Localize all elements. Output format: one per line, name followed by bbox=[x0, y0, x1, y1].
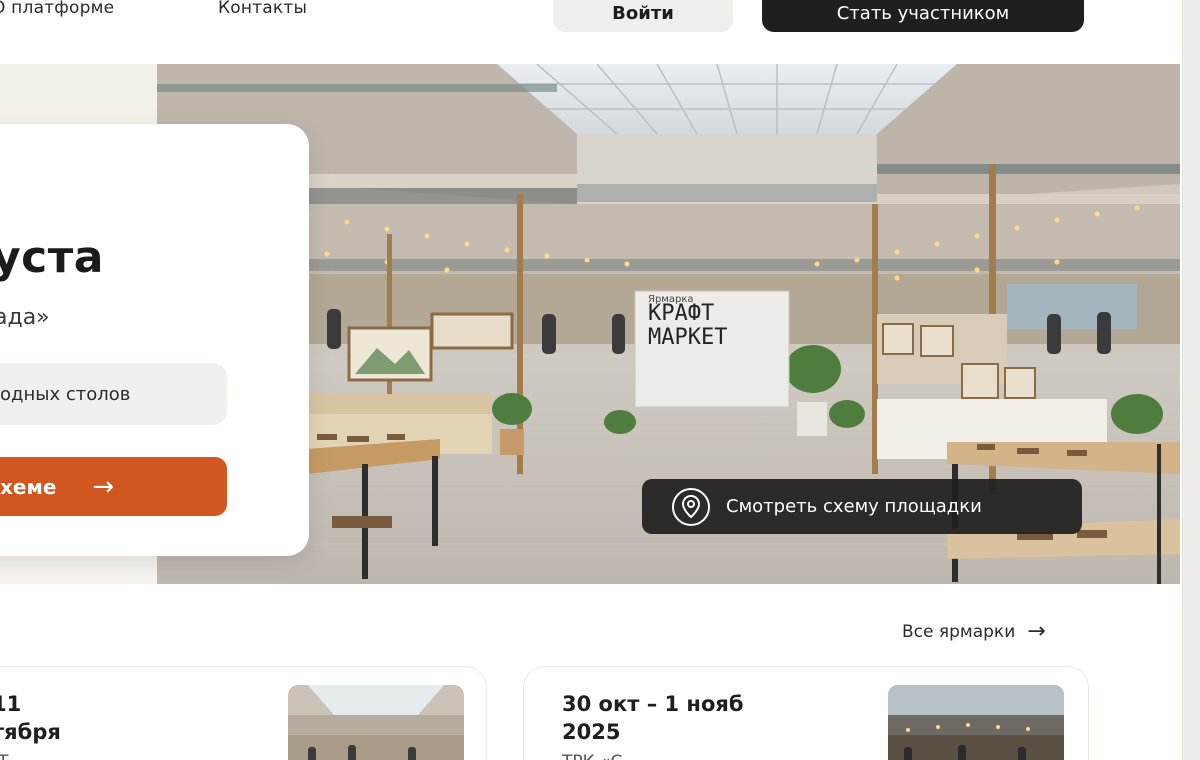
fair-date-line-2: 2025 bbox=[562, 720, 621, 744]
fair-date: 11 тября bbox=[0, 690, 61, 746]
all-fairs-label: Все ярмарки bbox=[902, 621, 1016, 642]
page: О платформе Контакты Войти Стать участни… bbox=[0, 0, 1182, 760]
view-venue-map-button[interactable]: Смотреть схему площадки bbox=[642, 479, 1082, 534]
login-button[interactable]: Войти bbox=[553, 0, 733, 32]
sign-line-1: КРАФТ bbox=[648, 301, 715, 326]
fair-thumbnail bbox=[888, 685, 1064, 760]
fair-date-line-2: тября bbox=[0, 720, 61, 744]
tables-count-label: одных столов bbox=[0, 383, 131, 405]
location-pin-icon bbox=[672, 487, 710, 526]
fair-date-line-1: 30 окт – 1 нояб bbox=[562, 692, 744, 716]
view-scheme-button[interactable]: хеме → bbox=[0, 457, 227, 516]
hero-subtitle: ада» bbox=[0, 305, 50, 330]
nav-link-platform[interactable]: О платформе bbox=[0, 0, 114, 18]
fair-date-line-1: 11 bbox=[0, 692, 22, 716]
kraft-market-sign: КРАФТ МАРКЕТ bbox=[648, 302, 727, 350]
tables-count-pill: одных столов bbox=[0, 363, 227, 425]
fair-location: ТРК «С bbox=[562, 752, 622, 760]
fair-date: 30 окт – 1 нояб 2025 bbox=[562, 690, 744, 746]
hero-title: уста bbox=[0, 232, 104, 283]
join-button[interactable]: Стать участником bbox=[762, 0, 1084, 32]
all-fairs-link[interactable]: Все ярмарки → bbox=[902, 619, 1046, 644]
nav-link-contacts[interactable]: Контакты bbox=[218, 0, 307, 18]
scrollbar-track[interactable] bbox=[1182, 0, 1200, 760]
arrow-right-icon: → bbox=[1027, 619, 1046, 644]
arrow-right-icon: → bbox=[92, 471, 115, 502]
view-venue-map-label: Смотреть схему площадки bbox=[726, 496, 982, 517]
view-scheme-label: хеме bbox=[0, 474, 57, 499]
sign-line-2: МАРКЕТ bbox=[648, 325, 728, 350]
fair-location: Т bbox=[0, 752, 8, 760]
fair-thumbnail bbox=[288, 685, 464, 760]
